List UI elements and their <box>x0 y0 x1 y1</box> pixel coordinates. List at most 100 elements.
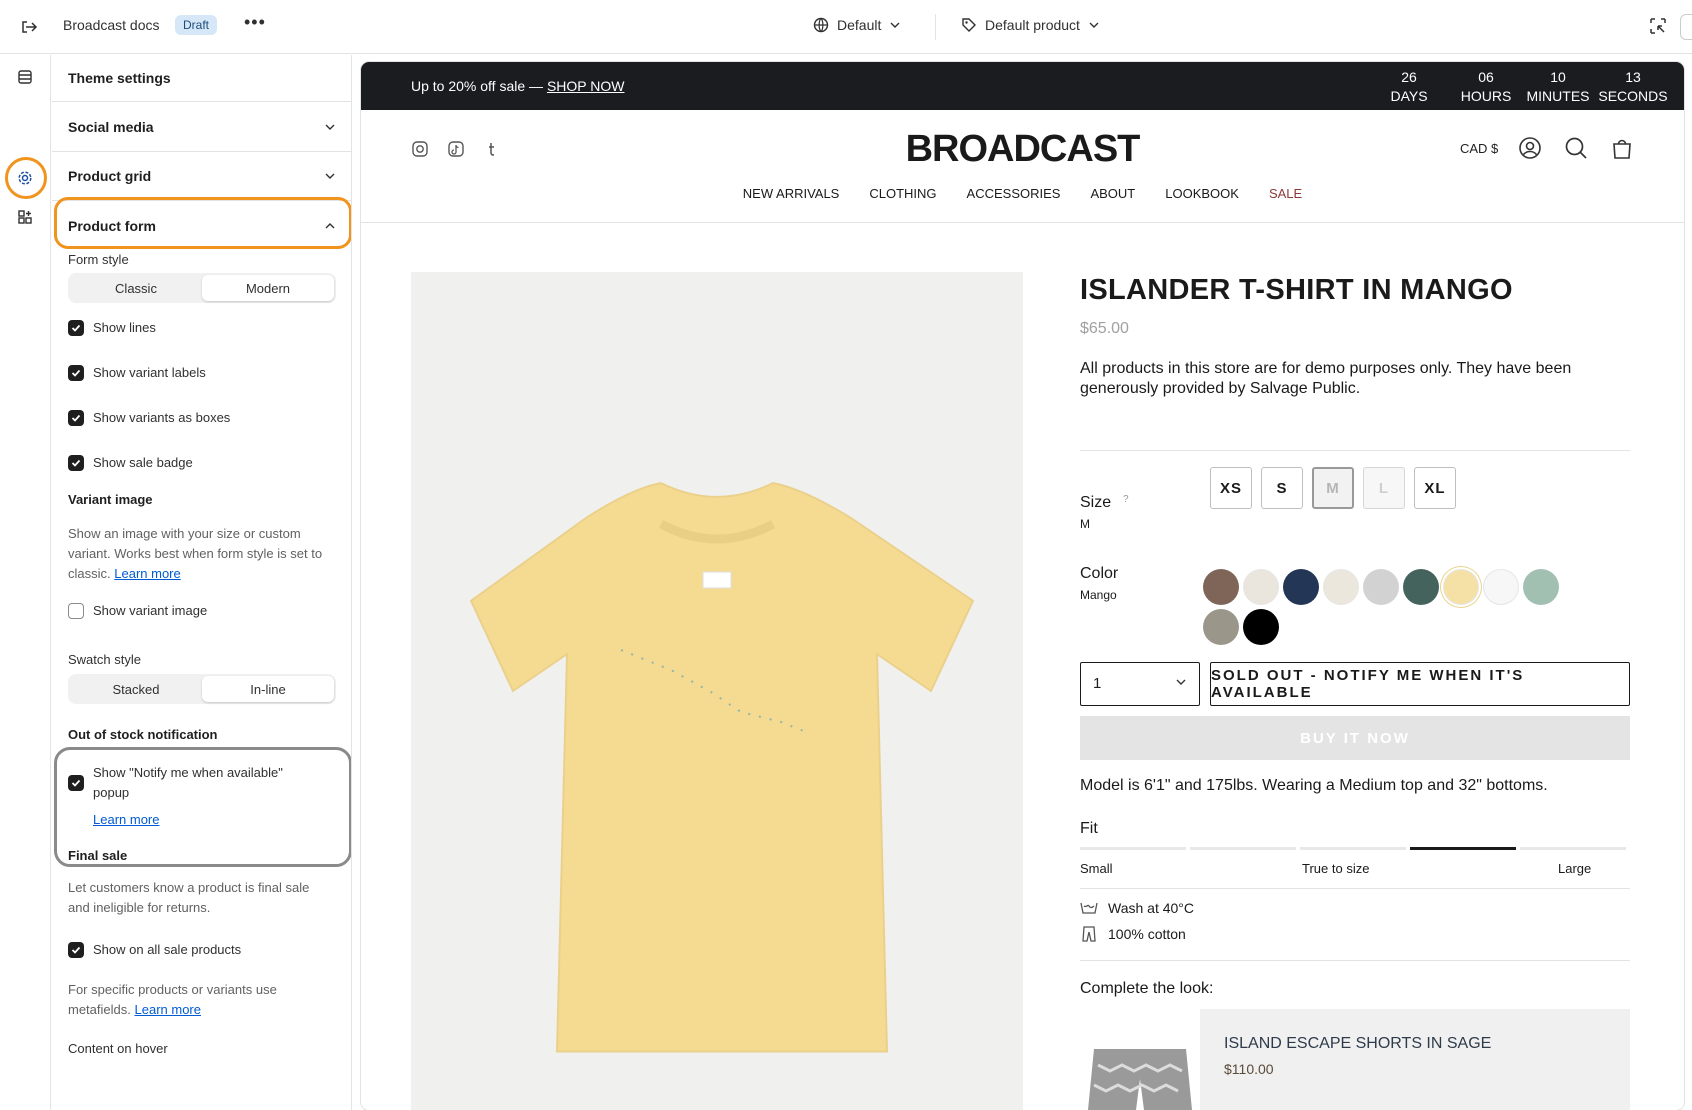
color-swatch[interactable] <box>1243 569 1279 605</box>
content-on-hover-label: Content on hover <box>68 1041 168 1056</box>
learn-more-link[interactable]: Learn more <box>114 566 180 581</box>
color-swatch[interactable] <box>1283 569 1319 605</box>
draft-badge: Draft <box>175 15 218 35</box>
checkbox-label: Show sale badge <box>93 455 193 470</box>
search-icon[interactable] <box>1564 136 1590 162</box>
color-swatch[interactable] <box>1323 569 1359 605</box>
form-style-classic[interactable]: Classic <box>70 275 202 301</box>
size-option-l[interactable]: L <box>1363 467 1405 509</box>
fit-small: Small <box>1080 861 1113 876</box>
swatch-style-stacked[interactable]: Stacked <box>70 676 202 702</box>
related-product-card[interactable]: ISLAND ESCAPE SHORTS IN SAGE $110.00 <box>1080 1009 1630 1110</box>
countdown-hours: 06 HOURS <box>1451 68 1521 106</box>
chevron-down-icon <box>890 22 900 28</box>
swatch-style-toggle: Stacked In-line <box>68 674 336 704</box>
countdown-value: 26 <box>1401 69 1417 85</box>
product-selector[interactable]: Default product <box>961 17 1100 33</box>
checkbox-show-on-sale-products[interactable]: Show on all sale products <box>68 940 241 960</box>
form-style-label: Form style <box>68 252 129 267</box>
checkbox-label: Show variant labels <box>93 365 206 380</box>
sections-icon[interactable] <box>13 65 37 89</box>
color-swatch[interactable] <box>1403 569 1439 605</box>
checkbox-unchecked-icon <box>68 603 84 619</box>
care-label: Wash at 40°C <box>1108 900 1195 916</box>
model-info: Model is 6'1" and 175lbs. Wearing a Medi… <box>1080 777 1548 794</box>
color-swatch[interactable] <box>1483 569 1519 605</box>
checkbox-show-variant-image[interactable]: Show variant image <box>68 601 207 621</box>
accordion-label: Product grid <box>68 168 152 184</box>
checkbox-show-variant-labels[interactable]: Show variant labels <box>68 363 206 383</box>
tag-icon <box>962 18 976 32</box>
color-swatch[interactable] <box>1443 569 1479 605</box>
fit-label: Fit <box>1080 820 1098 837</box>
nav-sale[interactable]: SALE <box>1269 186 1302 201</box>
divider <box>1080 450 1630 451</box>
color-swatch[interactable] <box>1363 569 1399 605</box>
cart-icon[interactable] <box>1610 136 1636 162</box>
color-swatch[interactable] <box>1243 609 1279 645</box>
wash-icon <box>1080 902 1098 914</box>
nav-clothing[interactable]: CLOTHING <box>869 186 936 201</box>
fit-segment <box>1080 847 1186 850</box>
more-actions-button[interactable]: ••• <box>244 12 266 33</box>
size-option-xl[interactable]: XL <box>1414 467 1456 509</box>
swatch-style-inline[interactable]: In-line <box>202 676 334 702</box>
store-title: Broadcast docs <box>63 17 160 33</box>
checkbox-checked-icon <box>68 775 84 791</box>
checkbox-show-sale-badge[interactable]: Show sale badge <box>68 453 193 473</box>
accordion-social-media[interactable]: Social media <box>52 103 351 152</box>
color-swatch[interactable] <box>1523 569 1559 605</box>
apps-icon[interactable] <box>13 205 37 229</box>
color-selected: Mango <box>1080 588 1117 602</box>
color-swatch[interactable] <box>1203 609 1239 645</box>
product-selector-label: Default product <box>985 17 1080 33</box>
checkbox-checked-icon <box>68 455 84 471</box>
shop-now-link[interactable]: SHOP NOW <box>547 78 625 94</box>
checkbox-label: Show variants as boxes <box>93 410 231 425</box>
checkbox-label: Show on all sale products <box>93 942 242 957</box>
checkbox-notify-popup[interactable]: Show "Notify me when available" popup <box>68 763 308 803</box>
notify-me-button[interactable]: SOLD OUT - NOTIFY ME WHEN IT'S AVAILABLE <box>1210 662 1630 706</box>
size-option-m[interactable]: M <box>1312 467 1354 509</box>
checkbox-checked-icon <box>68 320 84 336</box>
header-divider <box>361 222 1684 223</box>
divider <box>1080 888 1630 889</box>
product-title: ISLANDER T-SHIRT IN MANGO <box>1080 274 1513 306</box>
related-product-name[interactable]: ISLAND ESCAPE SHORTS IN SAGE <box>1224 1035 1491 1053</box>
learn-more-link[interactable]: Learn more <box>93 812 159 827</box>
checkbox-show-variants-as-boxes[interactable]: Show variants as boxes <box>68 408 230 428</box>
nav-lookbook[interactable]: LOOKBOOK <box>1165 186 1239 201</box>
theme-selector-label: Default <box>837 17 882 33</box>
accordion-product-grid[interactable]: Product grid <box>52 152 351 201</box>
account-icon[interactable] <box>1518 136 1544 162</box>
product-image[interactable] <box>411 272 1023 1110</box>
form-style-modern[interactable]: Modern <box>202 275 334 301</box>
related-product-image[interactable] <box>1080 1009 1200 1110</box>
form-style-toggle: Classic Modern <box>68 273 336 303</box>
countdown-unit: DAYS <box>1390 88 1428 104</box>
color-swatch[interactable] <box>1203 569 1239 605</box>
nav-new-arrivals[interactable]: NEW ARRIVALS <box>743 186 840 201</box>
nav-accessories[interactable]: ACCESSORIES <box>967 186 1061 201</box>
size-option-xs[interactable]: XS <box>1210 467 1252 509</box>
currency-selector[interactable]: CAD $ <box>1460 141 1498 156</box>
checkbox-checked-icon <box>68 942 84 958</box>
quantity-select[interactable]: 1 <box>1080 662 1200 706</box>
swatch-style-label: Swatch style <box>68 652 141 667</box>
size-option-s[interactable]: S <box>1261 467 1303 509</box>
gear-icon[interactable] <box>13 166 37 190</box>
theme-selector[interactable]: Default <box>813 17 901 33</box>
save-button-edge[interactable] <box>1680 14 1692 40</box>
size-guide-help[interactable]: ? <box>1123 494 1129 505</box>
checkbox-checked-icon <box>68 410 84 426</box>
exit-icon[interactable] <box>16 14 42 40</box>
care-wash: Wash at 40°C <box>1080 900 1194 916</box>
learn-more-link[interactable]: Learn more <box>135 1002 201 1017</box>
inspector-icon[interactable] <box>1648 16 1670 38</box>
checkbox-label: Show "Notify me when available" popup <box>93 765 283 800</box>
buy-it-now-button[interactable]: BUY IT NOW <box>1080 716 1630 760</box>
countdown-seconds: 13 SECONDS <box>1598 68 1668 106</box>
nav-about[interactable]: ABOUT <box>1090 186 1135 201</box>
countdown-value: 06 <box>1478 69 1494 85</box>
checkbox-show-lines[interactable]: Show lines <box>68 318 156 338</box>
